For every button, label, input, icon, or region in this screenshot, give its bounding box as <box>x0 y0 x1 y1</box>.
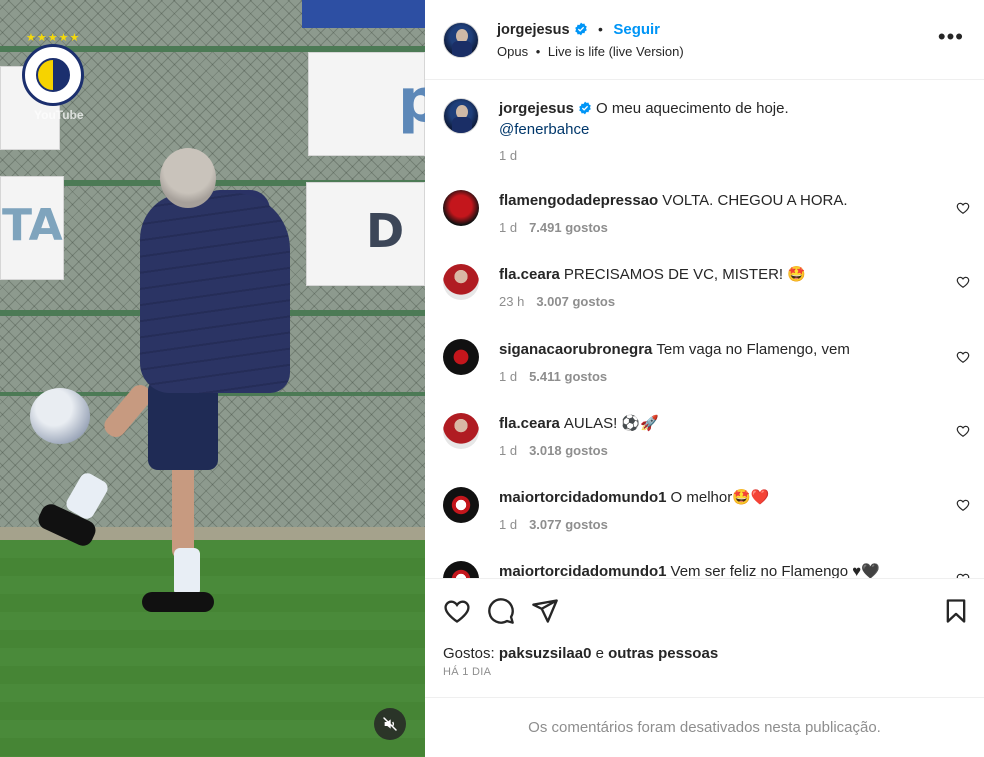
comment-likes[interactable]: 5.411 gostos <box>529 369 607 384</box>
player-shoe <box>142 592 214 612</box>
author-avatar[interactable] <box>443 98 479 134</box>
stars-icon: ★★★★★ <box>26 32 81 44</box>
player-leg <box>172 460 194 560</box>
player-head <box>160 148 216 208</box>
comment-item: maiortorcidadomundo1 O melhor🤩❤️ 1 d 3.077… <box>425 487 984 547</box>
player-sock <box>174 548 200 596</box>
comment-bubble-icon[interactable] <box>487 597 515 625</box>
caption-time: 1 d <box>499 148 518 163</box>
comment-username[interactable]: flamengodadepressao <box>499 192 658 209</box>
comment-likes[interactable]: 7.491 gostos <box>529 220 608 235</box>
audio-title: Live is life (live Version) <box>547 44 684 59</box>
comments-disabled-notice: Os comentários foram desativados nesta p… <box>425 697 984 757</box>
liked-prefix: Gostos: <box>443 645 495 662</box>
comment-username[interactable]: siganacaorubronegra <box>499 341 652 358</box>
comment-item: flamengodadepressao VOLTA. CHEGOU A HORA.… <box>425 190 984 250</box>
caption-text: O meu aquecimento de hoje. <box>596 100 789 117</box>
comment-text: AULAS! ⚽🚀 <box>563 415 659 432</box>
player-jacket <box>140 193 290 393</box>
comment-text: VOLTA. CHEGOU A HORA. <box>662 192 848 209</box>
comments-list[interactable]: jorgejesus O meu aquecimento de hoje. @fe… <box>425 80 984 578</box>
sponsor-mark: TA <box>2 200 63 251</box>
liked-and: e <box>595 645 604 662</box>
verified-badge-icon <box>579 101 591 115</box>
save-bookmark-icon[interactable] <box>942 597 970 625</box>
comment-text: Tem vaga no Flamengo, vem <box>656 341 850 358</box>
verified-badge-icon <box>574 22 587 36</box>
comment-time: 1 d <box>499 369 518 384</box>
separator-dot: • <box>597 21 603 37</box>
author-username[interactable]: jorgejesus <box>497 22 570 38</box>
comment-time: 1 d <box>499 220 518 235</box>
heart-icon[interactable] <box>956 424 970 438</box>
liked-user-link[interactable]: paksuzsilaa0 <box>499 645 592 662</box>
audio-info[interactable]: Opus • Live is life (live Version) <box>497 44 684 59</box>
post-date[interactable]: HÁ 1 DIA <box>443 666 491 678</box>
comment-username[interactable]: maiortorcidadomundo1 <box>499 563 667 578</box>
comment-username[interactable]: fla.ceara <box>499 415 560 432</box>
comment-username[interactable]: maiortorcidadomundo1 <box>499 489 667 506</box>
follow-button[interactable]: Seguir <box>613 21 660 38</box>
liked-by-text: Gostos: paksuzsilaa0 e outras pessoas <box>443 645 718 662</box>
comment-item: maiortorcidadomundo1 Vem ser feliz no Fla… <box>425 561 984 578</box>
football <box>30 388 90 444</box>
comment-time: 23 h <box>499 294 525 309</box>
post-media-video[interactable]: p TA D ★★★★★ YouTube <box>0 0 425 757</box>
comment-username[interactable]: fla.ceara <box>499 266 560 283</box>
post-details-panel: jorgejesus • Seguir Opus • Live is life … <box>425 0 984 757</box>
player-shorts <box>148 380 218 470</box>
speaker-muted-icon <box>383 717 397 731</box>
mute-button[interactable] <box>374 708 406 740</box>
commenter-avatar[interactable] <box>443 264 479 300</box>
fenerbahce-logo-icon <box>22 44 84 106</box>
commenter-avatar[interactable] <box>443 561 479 578</box>
sponsor-banner <box>302 0 425 28</box>
comment-time: 1 d <box>499 443 518 458</box>
liked-others-link[interactable]: outras pessoas <box>608 645 718 662</box>
heart-icon[interactable] <box>956 350 970 364</box>
comment-likes[interactable]: 3.018 gostos <box>529 443 608 458</box>
audio-artist: Opus <box>497 44 529 59</box>
caption-mention-link[interactable]: @fenerbahce <box>499 121 589 138</box>
commenter-avatar[interactable] <box>443 190 479 226</box>
comment-item: fla.ceara PRECISAMOS DE VC, MISTER! 🤩 23 … <box>425 264 984 324</box>
comment-likes[interactable]: 3.007 gostos <box>536 294 615 309</box>
commenter-avatar[interactable] <box>443 413 479 449</box>
sponsor-mark: p <box>398 66 425 136</box>
heart-icon[interactable] <box>956 498 970 512</box>
grass-pitch <box>0 540 425 757</box>
like-heart-icon[interactable] <box>443 597 471 625</box>
comment-text: PRECISAMOS DE VC, MISTER! 🤩 <box>563 266 806 283</box>
more-options-icon[interactable]: ••• <box>938 26 964 48</box>
comment-text: Vem ser feliz no Flamengo ♥🖤 <box>670 563 880 578</box>
share-paper-plane-icon[interactable] <box>531 597 559 625</box>
heart-icon[interactable] <box>956 275 970 289</box>
sponsor-mark: D <box>366 204 405 258</box>
post-header: jorgejesus • Seguir Opus • Live is life … <box>425 0 984 80</box>
comment-item: siganacaorubronegra Tem vaga no Flamengo,… <box>425 339 984 399</box>
audio-separator: • <box>535 44 541 59</box>
comment-text: O melhor🤩❤️ <box>670 489 770 506</box>
comment-item: fla.ceara AULAS! ⚽🚀 1 d 3.018 gostos <box>425 413 984 473</box>
post-actions: Gostos: paksuzsilaa0 e outras pessoas HÁ… <box>425 578 984 698</box>
commenter-avatar[interactable] <box>443 339 479 375</box>
post-caption: jorgejesus O meu aquecimento de hoje. @fe… <box>425 98 984 168</box>
commenter-avatar[interactable] <box>443 487 479 523</box>
heart-icon[interactable] <box>956 201 970 215</box>
caption-username[interactable]: jorgejesus <box>499 100 574 117</box>
youtube-watermark: YouTube <box>34 108 84 122</box>
author-avatar[interactable] <box>443 22 479 58</box>
comment-likes[interactable]: 3.077 gostos <box>529 517 608 532</box>
comment-time: 1 d <box>499 517 518 532</box>
